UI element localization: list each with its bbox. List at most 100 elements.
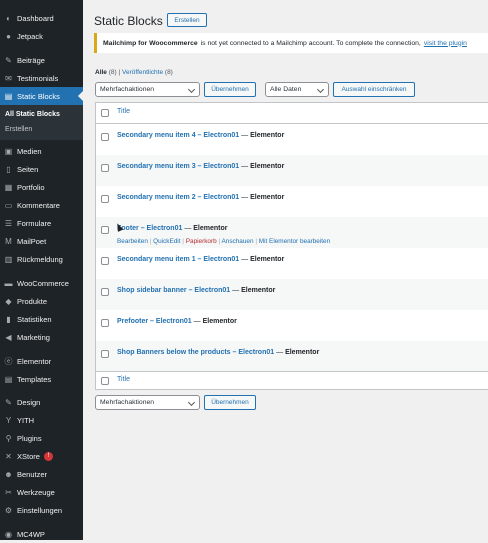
sidebar-item-label: Beiträge — [17, 55, 45, 65]
create-button[interactable]: Erstellen — [167, 13, 207, 27]
apply-button-bottom[interactable]: Übernehmen — [204, 395, 256, 410]
sidebar-item-label: Marketing — [17, 332, 50, 342]
sidebar-item-kommentare[interactable]: ▭ Kommentare — [0, 196, 83, 214]
sidebar-item-statistiken[interactable]: ▮ Statistiken — [0, 310, 83, 328]
row-checkbox[interactable] — [101, 226, 109, 234]
sidebar-item-testimonials[interactable]: ✉ Testimonials — [0, 69, 83, 87]
sidebar-item-xstore[interactable]: ✕ XStore! — [0, 447, 83, 465]
row-state: Elementor — [250, 256, 285, 263]
pushpin-icon: ✎ — [5, 55, 12, 65]
bulk-actions-value: Mehrfachaktionen — [100, 399, 155, 406]
sidebar-item-label: Design — [17, 397, 41, 407]
sidebar-item-rückmeldung[interactable]: ▥ Rückmeldung — [0, 250, 83, 268]
action-quickedit[interactable]: QuickEdit — [153, 238, 180, 245]
forms-icon: ☰ — [4, 218, 13, 228]
row-state: Elementor — [193, 225, 228, 232]
sidebar-item-portfolio[interactable]: ▦ Portfolio — [0, 178, 83, 196]
table-row: Prefooter – Electron01 — Elementor — [96, 310, 488, 341]
action-trash[interactable]: Papierkorb — [186, 238, 217, 245]
row-title-link[interactable]: Footer – Electron01 — [117, 225, 182, 232]
bulk-actions-select-bottom[interactable]: Mehrfachaktionen — [95, 395, 200, 410]
action-separator: | — [149, 238, 152, 245]
select-all-checkbox-footer[interactable] — [101, 377, 109, 385]
yith-icon: Y — [5, 415, 12, 425]
submenu-create[interactable]: Erstellen — [5, 126, 32, 133]
sidebar-item-benutzer[interactable]: ☻ Benutzer — [0, 465, 83, 483]
title-column-header[interactable]: Title — [117, 108, 130, 115]
sidebar-item-label: Jetpack — [17, 31, 43, 41]
sidebar-item-label: Formulare — [17, 218, 52, 228]
table-row: Shop sidebar banner – Electron01 — Eleme… — [96, 279, 488, 310]
sidebar-item-marketing[interactable]: ◀ Marketing — [0, 328, 83, 346]
submenu-all-static-blocks[interactable]: All Static Blocks — [5, 111, 60, 118]
row-checkbox[interactable] — [101, 133, 109, 141]
sidebar-item-elementor[interactable]: ⓔ Elementor — [0, 352, 83, 370]
feedback-icon: ▥ — [4, 254, 13, 264]
row-checkbox[interactable] — [101, 288, 109, 296]
sidebar-item-design[interactable]: ✎ Design — [0, 393, 83, 411]
filter-button[interactable]: Auswahl einschränken — [333, 82, 415, 97]
sidebar-item-produkte[interactable]: ◆ Produkte — [0, 292, 83, 310]
sidebar-item-beiträge[interactable]: ✎ Beiträge — [0, 51, 83, 69]
row-checkbox[interactable] — [101, 319, 109, 327]
row-title-line: Footer – Electron01 — Elementor — [117, 225, 228, 232]
tools-icon: ✂ — [5, 487, 12, 497]
view-published[interactable]: Veröffentlichte — [122, 69, 163, 76]
date-filter-select[interactable]: Alle Daten — [265, 82, 329, 97]
media-icon: ▣ — [4, 146, 13, 156]
row-checkbox[interactable] — [101, 195, 109, 203]
sidebar-item-woocommerce[interactable]: ▬ WooCommerce — [0, 274, 83, 292]
row-title-line: Secondary menu item 3 – Electron01 — Ele… — [117, 163, 284, 170]
row-title-link[interactable]: Secondary menu item 4 – Electron01 — [117, 132, 239, 139]
elementor-icon: ⓔ — [4, 356, 13, 366]
row-title-link[interactable]: Prefooter – Electron01 — [117, 318, 192, 325]
action-edit[interactable]: Bearbeiten — [117, 238, 148, 245]
settings-icon: ⚙ — [4, 505, 13, 515]
sidebar-item-label: MailPoet — [17, 236, 47, 246]
row-checkbox[interactable] — [101, 350, 109, 358]
update-badge: ! — [43, 451, 53, 461]
dashboard-icon: ◐ — [6, 13, 11, 23]
row-title-link[interactable]: Shop sidebar banner – Electron01 — [117, 287, 230, 294]
view-separator: | — [118, 69, 121, 76]
sidebar-item-seiten[interactable]: ▯ Seiten — [0, 160, 83, 178]
row-title-link[interactable]: Secondary menu item 3 – Electron01 — [117, 163, 239, 170]
sidebar-item-mc4wp[interactable]: ◉ MC4WP — [0, 525, 83, 543]
select-all-checkbox[interactable] — [101, 109, 109, 117]
sidebar-item-static-blocks[interactable]: ▤ Static Blocks — [0, 87, 83, 105]
sidebar-item-jetpack[interactable]: ● Jetpack — [0, 27, 83, 45]
notice-link[interactable]: visit the plugin — [424, 40, 467, 47]
sidebar-item-label: MC4WP — [17, 529, 45, 539]
testimonials-icon: ✉ — [5, 73, 12, 83]
row-title-link[interactable]: Secondary menu item 1 – Electron01 — [117, 256, 239, 263]
view-all[interactable]: Alle — [95, 69, 107, 76]
row-state: Elementor — [250, 132, 285, 139]
action-view[interactable]: Anschauen — [222, 238, 254, 245]
templates-icon: ▤ — [4, 374, 13, 384]
action-edit-with-elementor[interactable]: Mit Elementor bearbeiten — [259, 238, 330, 245]
sidebar-item-formulare[interactable]: ☰ Formulare — [0, 214, 83, 232]
bulk-actions-value: Mehrfachaktionen — [100, 86, 155, 93]
sidebar-item-yith[interactable]: Y YITH — [0, 411, 83, 429]
admin-sidebar: All Static Blocks Erstellen ◐ Dashboard ● Jet… — [0, 0, 83, 540]
sidebar-item-einstellungen[interactable]: ⚙ Einstellungen — [0, 501, 83, 519]
row-checkbox[interactable] — [101, 257, 109, 265]
row-title-link[interactable]: Shop Banners below the products – Electr… — [117, 349, 274, 356]
row-dash: — — [241, 132, 249, 139]
view-filters: Alle (8) | Veröffentlichte (8) — [95, 69, 173, 76]
sidebar-item-dashboard[interactable]: ◐ Dashboard — [0, 9, 83, 27]
sidebar-item-templates[interactable]: ▤ Templates — [0, 370, 83, 388]
sidebar-item-plugins[interactable]: ⚲ Plugins — [0, 429, 83, 447]
row-title-link[interactable]: Secondary menu item 2 – Electron01 — [117, 194, 239, 201]
bulk-actions-select-top[interactable]: Mehrfachaktionen — [95, 82, 200, 97]
title-column-footer[interactable]: Title — [117, 376, 130, 383]
row-checkbox[interactable] — [101, 164, 109, 172]
sidebar-item-mailpoet[interactable]: M MailPoet — [0, 232, 83, 250]
sidebar-item-label: Werkzeuge — [17, 487, 55, 497]
sidebar-item-label: Testimonials — [17, 73, 59, 83]
main-content: Static Blocks Erstellen Mailchimp for Wo… — [83, 0, 488, 540]
sidebar-item-werkzeuge[interactable]: ✂ Werkzeuge — [0, 483, 83, 501]
row-dash: — — [184, 225, 192, 232]
sidebar-item-medien[interactable]: ▣ Medien — [0, 142, 83, 160]
apply-button-top[interactable]: Übernehmen — [204, 82, 256, 97]
